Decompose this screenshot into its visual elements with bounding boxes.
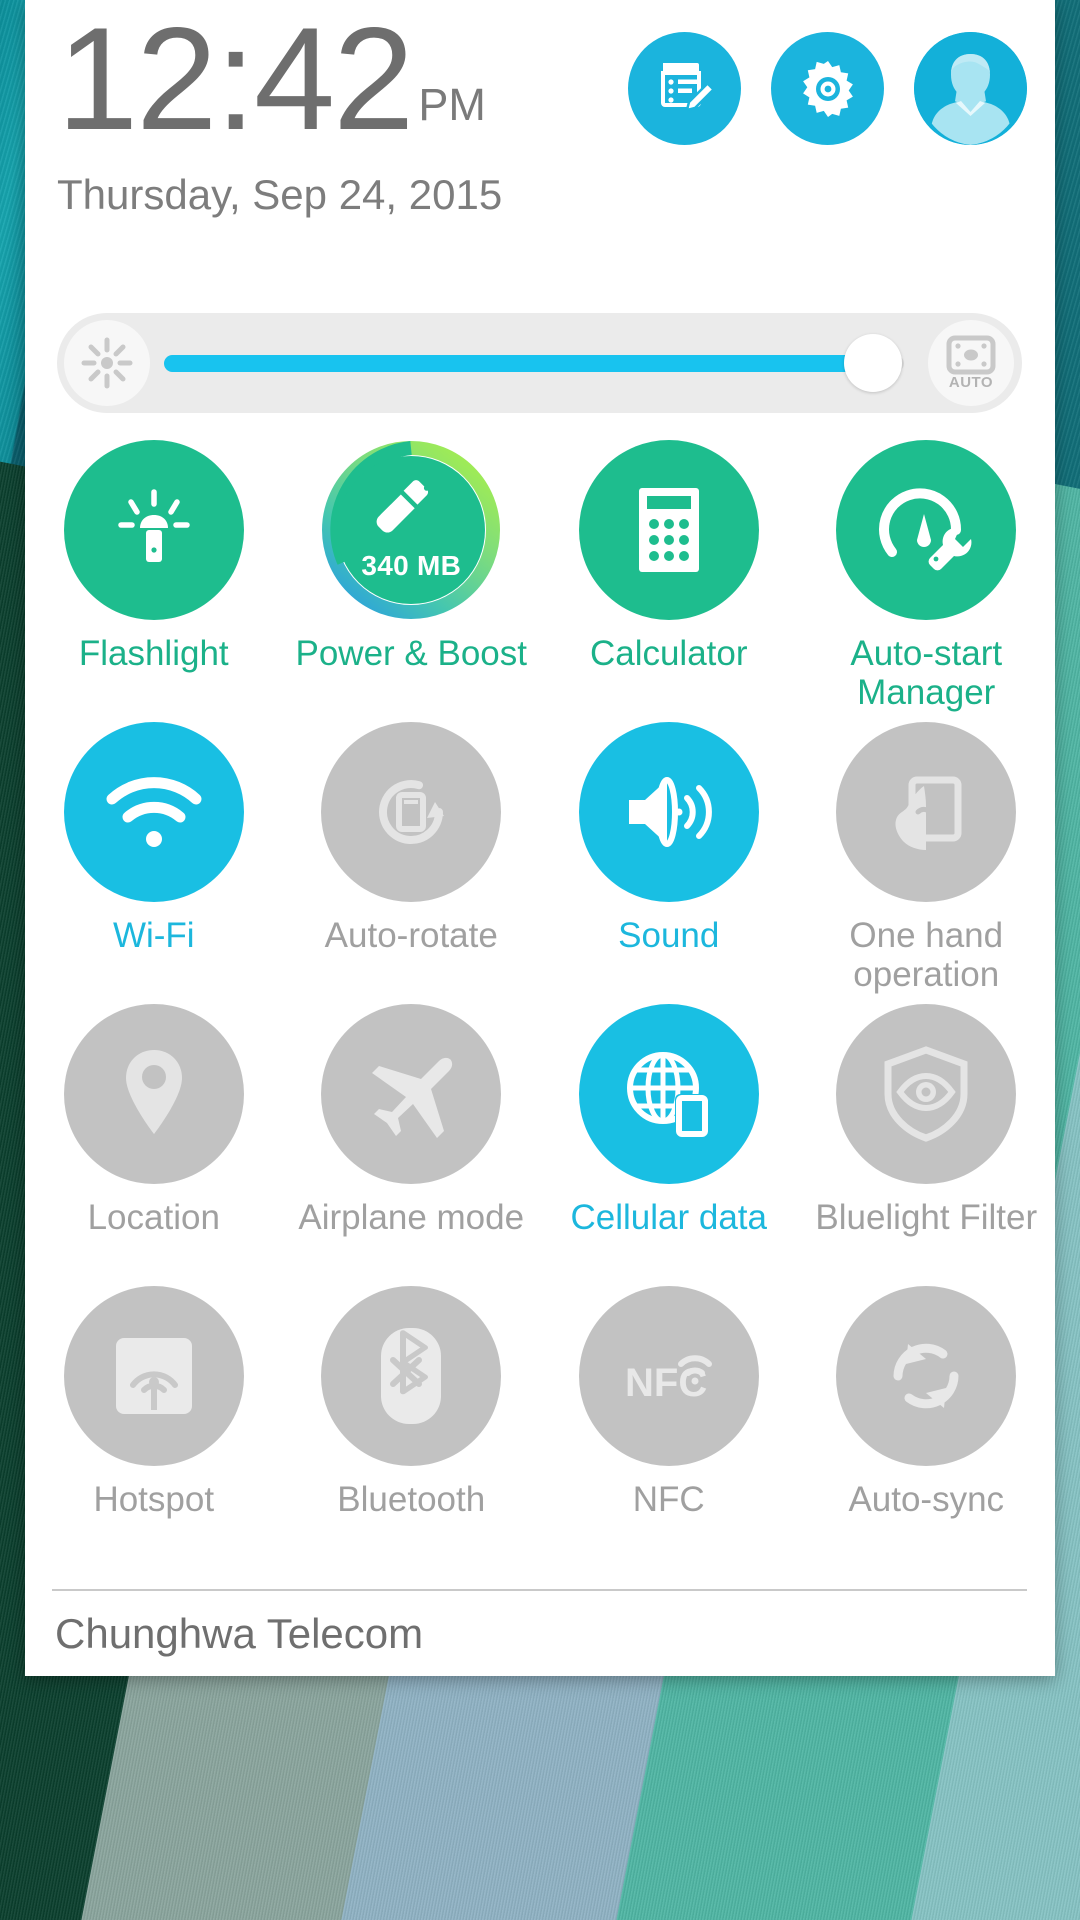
toggle-bluelight-filter[interactable]: Bluelight Filter	[798, 1004, 1056, 1282]
toggle-cellular-data[interactable]: Cellular data	[540, 1004, 798, 1282]
toggle-auto-rotate[interactable]: Auto-rotate	[283, 722, 541, 1000]
quick-settings-panel: 12:42 PM Thursday, Sep 24, 2015 AUTO Fla…	[25, 0, 1055, 1676]
toggle-calculator[interactable]: Calculator	[540, 440, 798, 718]
avatar	[914, 32, 1027, 145]
toggle-label: Calculator	[589, 634, 748, 673]
clock-time: 12:42	[57, 0, 414, 160]
toggle-wifi[interactable]: Wi-Fi	[25, 722, 283, 1000]
speaker-icon	[617, 766, 721, 858]
nfc-icon: NFC	[619, 1334, 719, 1418]
toggle-label: Location	[87, 1198, 220, 1237]
toggle-label: Sound	[618, 916, 720, 955]
toggle-label: Flashlight	[78, 634, 229, 673]
shield-eye-icon	[880, 1044, 972, 1144]
airplane-icon	[361, 1046, 461, 1142]
clock-date: Thursday, Sep 24, 2015	[57, 170, 503, 218]
quick-note-button[interactable]	[628, 32, 741, 145]
toggle-auto-sync[interactable]: Auto-sync	[798, 1286, 1056, 1564]
toggle-power-and-boost[interactable]: 340 MB Power & Boost	[283, 440, 541, 718]
settings-button[interactable]	[771, 32, 884, 145]
toggle-label: Auto-rotate	[324, 916, 498, 955]
toggle-label: Auto-sync	[848, 1480, 1005, 1519]
carrier-separator	[52, 1589, 1027, 1591]
toggle-label: Wi-Fi	[112, 916, 195, 955]
toggle-label: NFC	[632, 1480, 705, 1519]
header-actions	[628, 32, 1027, 145]
auto-brightness-icon	[946, 335, 996, 375]
toggle-label: Power & Boost	[295, 634, 528, 673]
toggle-sound[interactable]: Sound	[540, 722, 798, 1000]
flashlight-icon	[104, 480, 204, 580]
toggle-label: Hotspot	[93, 1480, 215, 1519]
toggle-label: Bluelight Filter	[815, 1198, 1038, 1237]
brightness-icon	[64, 320, 150, 406]
globe-phone-icon	[619, 1046, 719, 1142]
toggle-hotspot[interactable]: Hotspot	[25, 1286, 283, 1564]
toggle-location[interactable]: Location	[25, 1004, 283, 1282]
toggle-nfc[interactable]: NFC NFC	[540, 1286, 798, 1564]
note-edit-icon	[653, 57, 717, 121]
toggle-label: Bluetooth	[337, 1480, 486, 1519]
brightness-slider-row[interactable]: AUTO	[57, 313, 1022, 413]
one-hand-icon	[878, 762, 974, 862]
user-avatar-button[interactable]	[914, 32, 1027, 145]
wifi-icon	[102, 773, 206, 851]
auto-rotate-icon	[361, 762, 461, 862]
clock-area: 12:42 PM Thursday, Sep 24, 2015	[57, 0, 503, 219]
toggle-bluetooth[interactable]: Bluetooth	[283, 1286, 541, 1564]
clock-ampm: PM	[418, 78, 486, 130]
toggle-label: Cellular data	[570, 1198, 768, 1237]
gear-icon	[796, 57, 860, 121]
toggle-label: One hand operation	[849, 916, 1004, 995]
bluetooth-icon	[373, 1326, 449, 1426]
toggle-flashlight[interactable]: Flashlight	[25, 440, 283, 718]
brightness-fill	[164, 354, 856, 372]
toggle-label: Auto-start Manager	[850, 634, 1003, 713]
auto-brightness-button[interactable]: AUTO	[928, 320, 1014, 406]
carrier-name: Chunghwa Telecom	[55, 1610, 424, 1657]
toggle-airplane-mode[interactable]: Airplane mode	[283, 1004, 541, 1282]
sync-icon	[876, 1328, 976, 1424]
location-pin-icon	[115, 1044, 193, 1144]
brightness-track[interactable]	[164, 313, 924, 413]
quick-toggle-grid: Flashlight 340 MB Power & Boost Calculat…	[25, 440, 1055, 1568]
brightness-thumb[interactable]	[844, 334, 903, 392]
calculator-icon	[623, 480, 715, 580]
toggle-label: Airplane mode	[298, 1198, 525, 1237]
gauge-wrench-icon	[874, 480, 978, 580]
hotspot-icon	[106, 1328, 202, 1424]
toggle-auto-start-manager[interactable]: Auto-start Manager	[798, 440, 1056, 718]
broom-icon	[369, 478, 453, 548]
boost-badge: 340 MB	[361, 550, 462, 581]
auto-brightness-label: AUTO	[948, 374, 994, 391]
toggle-one-hand-operation[interactable]: One hand operation	[798, 722, 1056, 1000]
